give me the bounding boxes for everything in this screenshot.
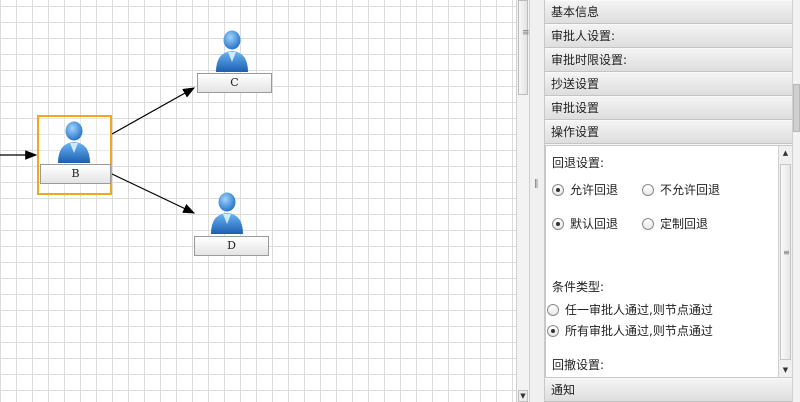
user-avatar-icon — [216, 30, 248, 72]
workflow-node-c[interactable]: C — [196, 28, 272, 96]
user-avatar-icon — [211, 192, 243, 234]
edge-b-d — [111, 173, 196, 214]
rollback-title: 回退设置: — [552, 156, 605, 170]
canvas-scrollbar[interactable]: ≡ ▼ — [516, 0, 530, 402]
any-approver-radio[interactable]: 任一审批人通过,则节点通过 — [547, 302, 713, 318]
workflow-node-label: C — [197, 73, 272, 93]
workflow-node-d[interactable]: D — [193, 190, 269, 258]
user-avatar-icon — [58, 121, 90, 163]
workflow-node-label: D — [194, 236, 269, 256]
default-rollback-radio[interactable]: 默认回退 — [552, 216, 618, 232]
radio-checked-icon — [552, 184, 564, 196]
grip-icon: ≡ — [783, 248, 790, 257]
radio-checked-icon — [547, 325, 559, 337]
panel-splitter[interactable]: ‖ — [530, 0, 544, 402]
radio-unchecked-icon — [642, 218, 654, 230]
page-scrollbar-thumb[interactable] — [793, 84, 800, 132]
properties-panel: 基本信息 审批人设置: 审批时限设置: 抄送设置 审批设置 操作设置 回退设置:… — [544, 0, 793, 402]
all-approvers-label: 所有审批人通过,则节点通过 — [565, 324, 713, 338]
grip-icon: ≡ — [522, 28, 530, 38]
allow-rollback-radio[interactable]: 允许回退 — [552, 182, 618, 198]
canvas-scrollbar-thumb[interactable]: ≡ — [518, 0, 530, 95]
operation-settings-body: 回退设置: 允许回退 不允许回退 默认回退 定制回退 条件类型: 任一审批人通过… — [545, 145, 793, 378]
section-time-limit-settings[interactable]: 审批时限设置: — [545, 48, 793, 72]
scroll-down-icon[interactable]: ▼ — [518, 390, 528, 402]
page-scrollbar[interactable] — [792, 0, 800, 402]
section-approver-settings[interactable]: 审批人设置: — [545, 24, 793, 48]
section-approval-settings[interactable]: 审批设置 — [545, 96, 793, 120]
splitter-grip-icon: ‖ — [534, 179, 539, 189]
section-cc-settings[interactable]: 抄送设置 — [545, 72, 793, 96]
settings-scrollbar[interactable]: ▲ ≡ ▼ — [778, 146, 792, 377]
withdraw-title: 回撤设置: — [552, 358, 605, 372]
allow-rollback-label: 允许回退 — [570, 183, 619, 197]
all-approvers-radio[interactable]: 所有审批人通过,则节点通过 — [547, 323, 713, 339]
workflow-node-label: B — [40, 164, 111, 184]
radio-checked-icon — [552, 218, 564, 230]
scroll-up-icon[interactable]: ▲ — [779, 146, 792, 160]
condition-type-title: 条件类型: — [552, 280, 605, 294]
section-basic-info[interactable]: 基本信息 — [545, 0, 793, 24]
section-operation-settings[interactable]: 操作设置 — [545, 120, 793, 144]
default-rollback-label: 默认回退 — [570, 217, 619, 231]
workflow-canvas[interactable]: B C D — [0, 0, 516, 402]
scroll-down-icon[interactable]: ▼ — [779, 363, 792, 377]
disallow-rollback-radio[interactable]: 不允许回退 — [642, 182, 720, 198]
workflow-node-b[interactable]: B — [37, 115, 112, 195]
any-approver-label: 任一审批人通过,则节点通过 — [565, 303, 713, 317]
custom-rollback-label: 定制回退 — [660, 217, 709, 231]
section-notification[interactable]: 通知 — [545, 378, 793, 402]
edge-b-c — [111, 87, 196, 135]
radio-unchecked-icon — [547, 304, 559, 316]
radio-unchecked-icon — [642, 184, 654, 196]
settings-scrollbar-thumb[interactable]: ≡ — [780, 164, 791, 360]
disallow-rollback-label: 不允许回退 — [660, 183, 721, 197]
custom-rollback-radio[interactable]: 定制回退 — [642, 216, 708, 232]
